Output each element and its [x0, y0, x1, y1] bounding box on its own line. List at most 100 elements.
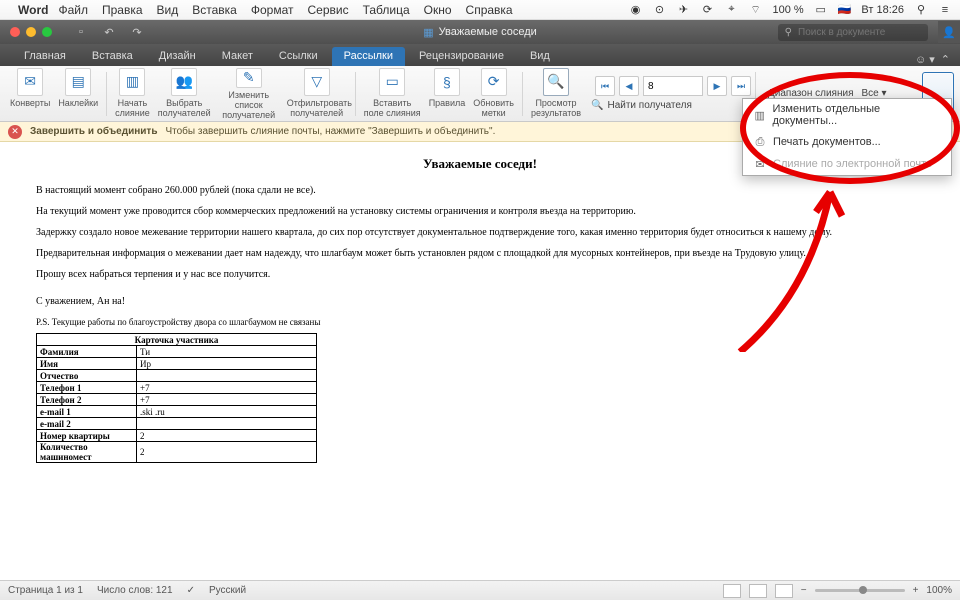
view-web-button[interactable] [775, 584, 793, 598]
printer-icon: ⎙ [753, 135, 767, 149]
menu-edit[interactable]: Правка [102, 3, 143, 17]
qat-save-icon[interactable]: ▫ [70, 24, 92, 40]
menu-edit-individual[interactable]: ▥Изменить отдельные документы... [743, 99, 951, 131]
edit-recipients-button[interactable]: ✎Изменить список получателей [215, 68, 283, 120]
menu-file[interactable]: Файл [58, 3, 88, 17]
spellcheck-icon[interactable]: ✓ [187, 585, 195, 596]
tab-mailings[interactable]: Рассылки [332, 47, 405, 66]
update-labels-button[interactable]: ⟳Обновить метки [469, 68, 518, 120]
bluetooth-icon[interactable]: ⌖ [725, 3, 739, 17]
tab-layout[interactable]: Макет [210, 47, 265, 66]
wifi-icon[interactable]: ⌔ [749, 3, 763, 17]
last-record-button[interactable]: ⏭ [731, 76, 751, 96]
record-number-input[interactable] [643, 76, 703, 96]
zoom-out-button[interactable]: − [801, 585, 807, 596]
spotlight-icon[interactable]: ⚲ [914, 3, 928, 17]
row-value: Ти [137, 346, 317, 358]
notification-icon[interactable]: ≡ [938, 3, 952, 17]
telegram-icon[interactable]: ✈ [677, 3, 691, 17]
select-recipients-button[interactable]: 👥Выбрать получателей [154, 68, 215, 120]
table-row: ИмяИр [37, 358, 317, 370]
find-recipient-button[interactable]: Найти получателя [607, 100, 691, 111]
tab-review[interactable]: Рецензирование [407, 47, 516, 66]
labels-button[interactable]: ▤Наклейки [54, 68, 102, 120]
collapse-ribbon-icon[interactable]: ⌃ [941, 53, 950, 66]
find-recipient-icon: 🔍 [591, 100, 603, 111]
row-value: +7 [137, 394, 317, 406]
qat-redo-icon[interactable]: ↷ [126, 24, 148, 40]
doc-p4: Предварительная информация о межевании д… [36, 247, 924, 260]
table-row: Количество машиномест2 [37, 442, 317, 463]
table-row: Телефон 2+7 [37, 394, 317, 406]
sync-icon[interactable]: ⟳ [701, 3, 715, 17]
search-icon: ⚲ [785, 27, 792, 38]
battery-icon[interactable]: ▭ [814, 3, 828, 17]
menu-print-documents[interactable]: ⎙Печать документов... [743, 131, 951, 153]
filter-recipients-button[interactable]: ▽Отфильтровать получателей [283, 68, 351, 120]
first-record-button[interactable]: ⏮ [595, 76, 615, 96]
document-canvas[interactable]: Уважаемые соседи! В настоящий момент соб… [0, 142, 960, 580]
zoom-level[interactable]: 100% [926, 585, 952, 596]
document-search[interactable]: ⚲ [771, 24, 928, 41]
row-value: Ир [137, 358, 317, 370]
row-label: e-mail 1 [37, 406, 137, 418]
rules-button[interactable]: §Правила [425, 68, 470, 120]
flag-icon[interactable]: 🇷🇺 [838, 3, 852, 16]
zoom-slider[interactable] [815, 589, 905, 592]
window-title: Уважаемые соседи [439, 26, 537, 38]
view-focus-button[interactable] [723, 584, 741, 598]
row-label: Имя [37, 358, 137, 370]
doc-p5: Прошу всех набраться терпения и у нас вс… [36, 268, 924, 281]
tab-home[interactable]: Главная [12, 47, 78, 66]
insert-merge-field-button[interactable]: ▭Вставить поле слияния [360, 68, 425, 120]
doc-p2: На текущий момент уже проводится сбор ко… [36, 205, 924, 218]
settings-icon[interactable]: ☺ ▾ [915, 53, 935, 66]
viber-icon[interactable]: ◉ [629, 3, 643, 17]
view-print-button[interactable] [749, 584, 767, 598]
close-message-icon[interactable]: ✕ [8, 125, 22, 139]
minimize-window-button[interactable] [26, 27, 36, 37]
tab-insert[interactable]: Вставка [80, 47, 145, 66]
qat-undo-icon[interactable]: ↶ [98, 24, 120, 40]
zoom-window-button[interactable] [42, 27, 52, 37]
table-row: Отчество [37, 370, 317, 382]
dropbox-icon[interactable]: ⊙ [653, 3, 667, 17]
word-count[interactable]: Число слов: 121 [97, 585, 173, 596]
row-value: .ski .ru [137, 406, 317, 418]
row-label: Телефон 2 [37, 394, 137, 406]
menu-insert[interactable]: Вставка [192, 3, 237, 17]
next-record-button[interactable]: ▶ [707, 76, 727, 96]
row-label: Отчество [37, 370, 137, 382]
tab-view[interactable]: Вид [518, 47, 562, 66]
menu-window[interactable]: Окно [424, 3, 452, 17]
ribbon-tabs: Главная Вставка Дизайн Макет Ссылки Расс… [0, 44, 960, 66]
table-row: ФамилияТи [37, 346, 317, 358]
share-button[interactable]: 👤 [938, 21, 960, 43]
participant-card-table: Карточка участника ФамилияТиИмяИрОтчеств… [36, 333, 317, 463]
menu-table[interactable]: Таблица [363, 3, 410, 17]
row-label: Фамилия [37, 346, 137, 358]
zoom-in-button[interactable]: + [913, 585, 919, 596]
envelopes-button[interactable]: ✉Конверты [6, 68, 54, 120]
tab-references[interactable]: Ссылки [267, 47, 330, 66]
menu-help[interactable]: Справка [466, 3, 513, 17]
start-merge-button[interactable]: ▥Начать слияние [111, 68, 154, 120]
statusbar: Страница 1 из 1 Число слов: 121 ✓ Русски… [0, 580, 960, 600]
language-indicator[interactable]: Русский [209, 585, 246, 596]
menu-service[interactable]: Сервис [307, 3, 348, 17]
card-title: Карточка участника [37, 334, 317, 346]
close-window-button[interactable] [10, 27, 20, 37]
app-name[interactable]: Word [18, 3, 48, 17]
finish-merge-menu: ▥Изменить отдельные документы... ⎙Печать… [742, 98, 952, 176]
prev-record-button[interactable]: ◀ [619, 76, 639, 96]
page-indicator[interactable]: Страница 1 из 1 [8, 585, 83, 596]
menu-view[interactable]: Вид [157, 3, 179, 17]
search-input[interactable] [778, 24, 928, 41]
message-title: Завершить и объединить [30, 126, 157, 137]
clock-text[interactable]: Вт 18:26 [861, 4, 904, 16]
menu-format[interactable]: Формат [251, 3, 294, 17]
email-icon: ✉ [753, 157, 767, 171]
preview-results-button[interactable]: 🔍Просмотр результатов [527, 68, 585, 120]
message-text: Чтобы завершить слияние почты, нажмите "… [165, 126, 495, 137]
tab-design[interactable]: Дизайн [147, 47, 208, 66]
